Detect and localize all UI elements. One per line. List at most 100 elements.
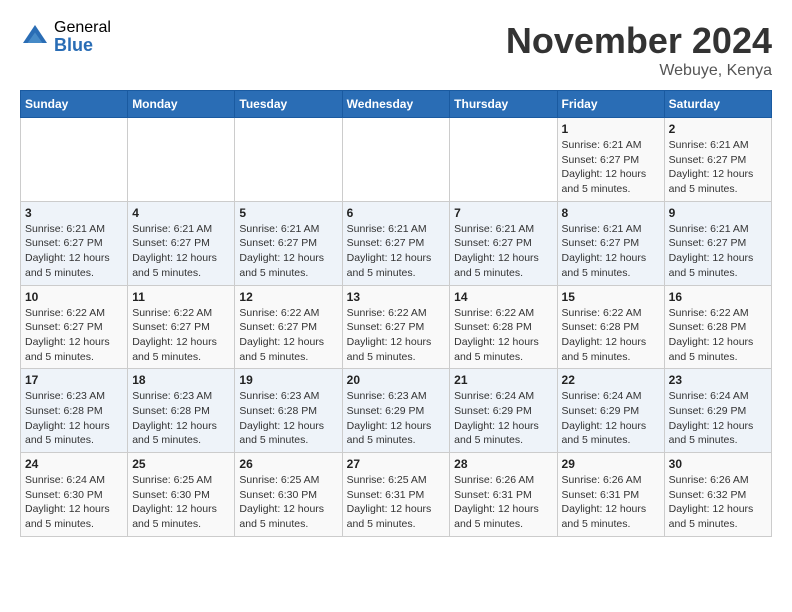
day-info: Sunrise: 6:23 AMSunset: 6:28 PMDaylight:… (132, 389, 230, 448)
day-number: 1 (562, 122, 660, 136)
calendar-cell: 28 Sunrise: 6:26 AMSunset: 6:31 PMDayligh… (450, 453, 557, 537)
day-info: Sunrise: 6:21 AMSunset: 6:27 PMDaylight:… (239, 222, 337, 281)
calendar-cell: 5Sunrise: 6:21 AMSunset: 6:27 PMDaylight… (235, 201, 342, 285)
logo-icon (20, 22, 50, 52)
day-number: 29 (562, 457, 660, 471)
calendar-cell: 30 Sunrise: 6:26 AMSunset: 6:32 PMDayligh… (664, 453, 771, 537)
day-number: 18 (132, 373, 230, 387)
day-info: Sunrise: 6:25 AMSunset: 6:30 PMDaylight:… (132, 473, 230, 532)
day-info: Sunrise: 6:22 AMSunset: 6:27 PMDaylight:… (132, 306, 230, 365)
day-info: Sunrise: 6:22 AMSunset: 6:28 PMDaylight:… (562, 306, 660, 365)
day-number: 17 (25, 373, 123, 387)
day-number: 16 (669, 290, 767, 304)
calendar-cell: 15 Sunrise: 6:22 AMSunset: 6:28 PMDayligh… (557, 285, 664, 369)
page-header: General Blue November 2024 Webuye, Kenya (20, 20, 772, 80)
day-info: Sunrise: 6:25 AMSunset: 6:30 PMDaylight:… (239, 473, 337, 532)
calendar-cell (21, 118, 128, 202)
weekday-header-wednesday: Wednesday (342, 91, 450, 118)
day-number: 22 (562, 373, 660, 387)
day-number: 27 (347, 457, 446, 471)
day-number: 10 (25, 290, 123, 304)
day-info: Sunrise: 6:22 AMSunset: 6:27 PMDaylight:… (239, 306, 337, 365)
calendar-cell: 13Sunrise: 6:22 AMSunset: 6:27 PMDayligh… (342, 285, 450, 369)
day-number: 11 (132, 290, 230, 304)
week-row-5: 24 Sunrise: 6:24 AMSunset: 6:30 PMDayligh… (21, 453, 772, 537)
calendar-cell: 16 Sunrise: 6:22 AMSunset: 6:28 PMDayligh… (664, 285, 771, 369)
calendar-cell (128, 118, 235, 202)
day-info: Sunrise: 6:21 AMSunset: 6:27 PMDaylight:… (669, 222, 767, 281)
calendar-cell (235, 118, 342, 202)
calendar-cell: 3 Sunrise: 6:21 AMSunset: 6:27 PMDaylight… (21, 201, 128, 285)
calendar-body: 1 Sunrise: 6:21 AMSunset: 6:27 PMDaylight… (21, 118, 772, 537)
calendar-cell: 29 Sunrise: 6:26 AMSunset: 6:31 PMDayligh… (557, 453, 664, 537)
day-number: 28 (454, 457, 552, 471)
day-number: 2 (669, 122, 767, 136)
day-info: Sunrise: 6:25 AMSunset: 6:31 PMDaylight:… (347, 473, 446, 532)
day-info: Sunrise: 6:22 AMSunset: 6:28 PMDaylight:… (669, 306, 767, 365)
calendar-cell: 2 Sunrise: 6:21 AMSunset: 6:27 PMDaylight… (664, 118, 771, 202)
weekday-header-sunday: Sunday (21, 91, 128, 118)
calendar-cell: 6 Sunrise: 6:21 AMSunset: 6:27 PMDaylight… (342, 201, 450, 285)
day-number: 24 (25, 457, 123, 471)
day-info: Sunrise: 6:26 AMSunset: 6:32 PMDaylight:… (669, 473, 767, 532)
calendar-cell: 21Sunrise: 6:24 AMSunset: 6:29 PMDayligh… (450, 369, 557, 453)
calendar-cell: 27 Sunrise: 6:25 AMSunset: 6:31 PMDayligh… (342, 453, 450, 537)
calendar-cell: 20 Sunrise: 6:23 AMSunset: 6:29 PMDayligh… (342, 369, 450, 453)
calendar-cell: 17 Sunrise: 6:23 AMSunset: 6:28 PMDayligh… (21, 369, 128, 453)
weekday-header-tuesday: Tuesday (235, 91, 342, 118)
day-info: Sunrise: 6:24 AMSunset: 6:29 PMDaylight:… (454, 389, 552, 448)
week-row-4: 17 Sunrise: 6:23 AMSunset: 6:28 PMDayligh… (21, 369, 772, 453)
day-info: Sunrise: 6:21 AMSunset: 6:27 PMDaylight:… (562, 222, 660, 281)
day-number: 12 (239, 290, 337, 304)
calendar-cell: 25 Sunrise: 6:25 AMSunset: 6:30 PMDayligh… (128, 453, 235, 537)
weekday-header-monday: Monday (128, 91, 235, 118)
weekday-header-row: SundayMondayTuesdayWednesdayThursdayFrid… (21, 91, 772, 118)
day-number: 4 (132, 206, 230, 220)
calendar-cell: 4 Sunrise: 6:21 AMSunset: 6:27 PMDaylight… (128, 201, 235, 285)
day-number: 8 (562, 206, 660, 220)
day-info: Sunrise: 6:21 AMSunset: 6:27 PMDaylight:… (669, 138, 767, 197)
month-title: November 2024 (506, 20, 772, 62)
day-number: 30 (669, 457, 767, 471)
day-number: 26 (239, 457, 337, 471)
day-info: Sunrise: 6:21 AMSunset: 6:27 PMDaylight:… (132, 222, 230, 281)
weekday-header-saturday: Saturday (664, 91, 771, 118)
day-info: Sunrise: 6:22 AMSunset: 6:28 PMDaylight:… (454, 306, 552, 365)
calendar-cell: 26 Sunrise: 6:25 AMSunset: 6:30 PMDayligh… (235, 453, 342, 537)
calendar-cell: 18 Sunrise: 6:23 AMSunset: 6:28 PMDayligh… (128, 369, 235, 453)
calendar-cell: 14Sunrise: 6:22 AMSunset: 6:28 PMDayligh… (450, 285, 557, 369)
week-row-1: 1 Sunrise: 6:21 AMSunset: 6:27 PMDaylight… (21, 118, 772, 202)
calendar-table: SundayMondayTuesdayWednesdayThursdayFrid… (20, 90, 772, 537)
day-info: Sunrise: 6:24 AMSunset: 6:30 PMDaylight:… (25, 473, 123, 532)
day-number: 13 (347, 290, 446, 304)
calendar-cell: 7Sunrise: 6:21 AMSunset: 6:27 PMDaylight… (450, 201, 557, 285)
day-number: 19 (239, 373, 337, 387)
weekday-header-friday: Friday (557, 91, 664, 118)
calendar-header: SundayMondayTuesdayWednesdayThursdayFrid… (21, 91, 772, 118)
week-row-3: 10 Sunrise: 6:22 AMSunset: 6:27 PMDayligh… (21, 285, 772, 369)
day-number: 20 (347, 373, 446, 387)
logo-blue: Blue (54, 36, 111, 54)
day-number: 3 (25, 206, 123, 220)
weekday-header-thursday: Thursday (450, 91, 557, 118)
day-info: Sunrise: 6:21 AMSunset: 6:27 PMDaylight:… (347, 222, 446, 281)
day-info: Sunrise: 6:26 AMSunset: 6:31 PMDaylight:… (454, 473, 552, 532)
day-info: Sunrise: 6:26 AMSunset: 6:31 PMDaylight:… (562, 473, 660, 532)
day-number: 15 (562, 290, 660, 304)
day-info: Sunrise: 6:23 AMSunset: 6:28 PMDaylight:… (25, 389, 123, 448)
calendar-cell: 12 Sunrise: 6:22 AMSunset: 6:27 PMDayligh… (235, 285, 342, 369)
day-number: 6 (347, 206, 446, 220)
calendar-cell: 19Sunrise: 6:23 AMSunset: 6:28 PMDayligh… (235, 369, 342, 453)
day-info: Sunrise: 6:23 AMSunset: 6:29 PMDaylight:… (347, 389, 446, 448)
calendar-cell (450, 118, 557, 202)
day-info: Sunrise: 6:21 AMSunset: 6:27 PMDaylight:… (454, 222, 552, 281)
calendar-cell: 1Sunrise: 6:21 AMSunset: 6:27 PMDaylight… (557, 118, 664, 202)
calendar-cell: 11 Sunrise: 6:22 AMSunset: 6:27 PMDayligh… (128, 285, 235, 369)
day-number: 9 (669, 206, 767, 220)
calendar-cell: 9 Sunrise: 6:21 AMSunset: 6:27 PMDaylight… (664, 201, 771, 285)
calendar-cell: 10Sunrise: 6:22 AMSunset: 6:27 PMDayligh… (21, 285, 128, 369)
calendar-cell: 8 Sunrise: 6:21 AMSunset: 6:27 PMDaylight… (557, 201, 664, 285)
location: Webuye, Kenya (506, 62, 772, 80)
day-number: 25 (132, 457, 230, 471)
day-info: Sunrise: 6:21 AMSunset: 6:27 PMDaylight:… (25, 222, 123, 281)
